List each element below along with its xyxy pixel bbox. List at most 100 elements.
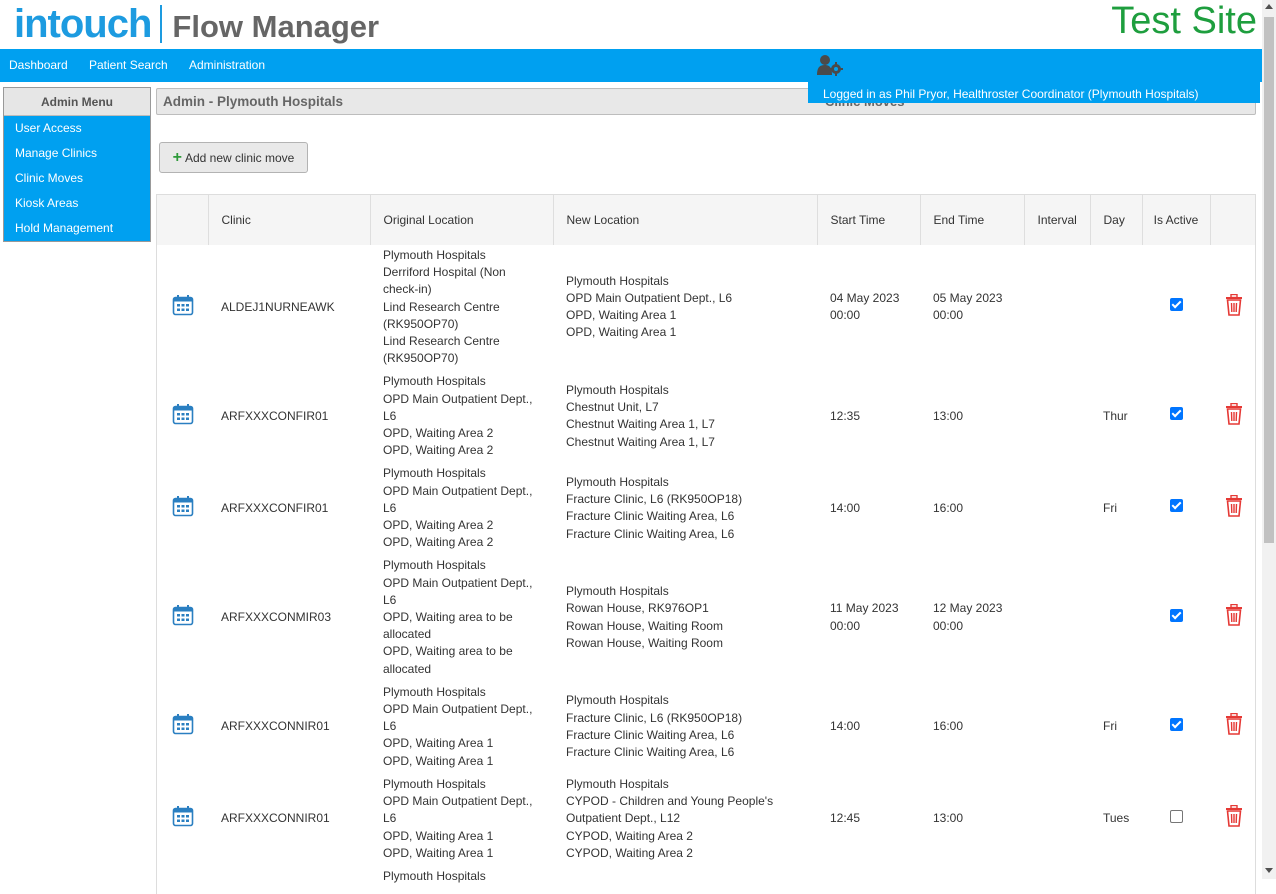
start-time-line: 12:35	[830, 408, 907, 425]
trash-icon[interactable]	[1225, 495, 1243, 517]
calendar-icon[interactable]	[172, 495, 194, 517]
col-header-icon	[157, 195, 208, 245]
original-location-line: OPD Main Outpatient Dept., L6	[383, 575, 540, 609]
admin-menu-hold-management[interactable]: Hold Management	[4, 216, 150, 241]
original-location-line: Plymouth Hospitals	[383, 373, 540, 390]
col-header-original-location[interactable]: Original Location	[370, 195, 553, 245]
col-header-day[interactable]: Day	[1090, 195, 1142, 245]
delete-cell	[1210, 463, 1256, 555]
calendar-icon[interactable]	[172, 713, 194, 735]
is-active-checkbox[interactable]	[1170, 718, 1183, 731]
col-header-is-active[interactable]: Is Active	[1142, 195, 1210, 245]
nav-administration[interactable]: Administration	[189, 58, 265, 72]
end-time-line: 13:00	[933, 810, 1011, 827]
col-header-interval[interactable]: Interval	[1024, 195, 1090, 245]
logo-intouch: intouch	[14, 2, 151, 46]
admin-menu-manage-clinics[interactable]: Manage Clinics	[4, 141, 150, 166]
admin-menu-user-access[interactable]: User Access	[4, 116, 150, 141]
scroll-thumb[interactable]	[1264, 17, 1274, 543]
interval-cell	[1024, 463, 1090, 555]
trash-icon[interactable]	[1225, 713, 1243, 735]
original-location-line: OPD, Waiting Area 1	[383, 753, 540, 770]
start-time-cell: 14:00	[817, 463, 920, 555]
original-location-line: OPD, Waiting Area 2	[383, 534, 540, 551]
original-location-line: Derriford Hospital (Non check-in)	[383, 264, 540, 298]
new-location-cell: Plymouth HospitalsFracture Clinic, L6 (R…	[553, 463, 817, 555]
trash-icon[interactable]	[1225, 604, 1243, 626]
is-active-cell	[1142, 245, 1210, 371]
new-location-line: Chestnut Waiting Area 1, L7	[566, 416, 804, 433]
nav-dashboard[interactable]: Dashboard	[9, 58, 68, 72]
trash-icon[interactable]	[1225, 294, 1243, 316]
admin-menu-clinic-moves[interactable]: Clinic Moves	[4, 166, 150, 191]
new-location-line: OPD, Waiting Area 1	[566, 307, 804, 324]
calendar-icon[interactable]	[172, 403, 194, 425]
is-active-checkbox[interactable]	[1170, 810, 1183, 823]
admin-menu-kiosk-areas[interactable]: Kiosk Areas	[4, 191, 150, 216]
original-location-line: Lind Research Centre (RK950OP70)	[383, 299, 540, 333]
is-active-checkbox[interactable]	[1170, 298, 1183, 311]
end-time-cell: 12 May 202300:00	[920, 555, 1024, 681]
interval-cell	[1024, 774, 1090, 866]
new-location-cell: Plymouth HospitalsCYPOD - Children and Y…	[553, 774, 817, 866]
end-time-line: 12 May 2023	[933, 600, 1011, 617]
trash-icon[interactable]	[1225, 805, 1243, 827]
original-location-line: OPD, Waiting area to be allocated	[383, 643, 540, 677]
end-time-line: 16:00	[933, 500, 1011, 517]
original-location-line: OPD, Waiting Area 1	[383, 845, 540, 862]
row-calendar-cell	[157, 371, 208, 463]
col-header-start-time[interactable]: Start Time	[817, 195, 920, 245]
original-location-line: Plymouth Hospitals	[383, 247, 540, 264]
end-time-cell	[920, 866, 1024, 889]
start-time-cell	[817, 866, 920, 889]
trash-icon[interactable]	[1225, 403, 1243, 425]
original-location-line: Plymouth Hospitals	[383, 557, 540, 574]
scroll-up-arrow[interactable]	[1265, 4, 1273, 9]
interval-cell	[1024, 866, 1090, 889]
add-clinic-move-button[interactable]: + Add new clinic move	[159, 142, 308, 173]
new-location-line: CYPOD - Children and Young People's Outp…	[566, 793, 804, 827]
is-active-checkbox[interactable]	[1170, 609, 1183, 622]
is-active-cell	[1142, 371, 1210, 463]
new-location-line: Plymouth Hospitals	[566, 382, 804, 399]
original-location-line: Lind Research Centre (RK950OP70)	[383, 333, 540, 367]
col-header-clinic[interactable]: Clinic	[208, 195, 370, 245]
new-location-line: Fracture Clinic, L6 (RK950OP18)	[566, 491, 804, 508]
plus-icon: +	[173, 151, 182, 165]
user-gear-icon[interactable]	[817, 54, 843, 76]
new-location-line: CYPOD, Waiting Area 2	[566, 828, 804, 845]
start-time-cell: 04 May 202300:00	[817, 245, 920, 371]
delete-cell	[1210, 682, 1256, 774]
interval-cell	[1024, 682, 1090, 774]
new-location-line: Plymouth Hospitals	[566, 474, 804, 491]
table-row: ARFXXXCONNIR01Plymouth HospitalsOPD Main…	[157, 774, 1256, 866]
scroll-down-arrow[interactable]	[1265, 868, 1273, 873]
logo[interactable]: intouch Flow Manager	[14, 2, 379, 46]
row-calendar-cell	[157, 555, 208, 681]
page-scrollbar[interactable]	[1262, 0, 1276, 879]
start-time-cell: 14:00	[817, 682, 920, 774]
day-cell: Thur	[1090, 371, 1142, 463]
delete-cell	[1210, 774, 1256, 866]
calendar-icon[interactable]	[172, 604, 194, 626]
new-location-line: Fracture Clinic Waiting Area, L6	[566, 508, 804, 525]
nav-patient-search[interactable]: Patient Search	[89, 58, 168, 72]
calendar-icon[interactable]	[172, 294, 194, 316]
header: intouch Flow Manager Test Site	[0, 0, 1262, 49]
is-active-checkbox[interactable]	[1170, 499, 1183, 512]
col-header-new-location[interactable]: New Location	[553, 195, 817, 245]
calendar-icon[interactable]	[172, 805, 194, 827]
clinic-cell: ARFXXXCONNIR01	[208, 682, 370, 774]
row-calendar-cell	[157, 245, 208, 371]
day-cell: Tues	[1090, 774, 1142, 866]
start-time-line: 12:45	[830, 810, 907, 827]
original-location-line: OPD, Waiting Area 2	[383, 425, 540, 442]
logo-divider	[160, 5, 162, 43]
original-location-line: OPD, Waiting Area 1	[383, 828, 540, 845]
end-time-cell: 13:00	[920, 371, 1024, 463]
end-time-cell: 16:00	[920, 682, 1024, 774]
is-active-cell	[1142, 555, 1210, 681]
is-active-checkbox[interactable]	[1170, 407, 1183, 420]
col-header-end-time[interactable]: End Time	[920, 195, 1024, 245]
new-location-cell: Plymouth HospitalsRowan House, RK976OP1R…	[553, 555, 817, 681]
